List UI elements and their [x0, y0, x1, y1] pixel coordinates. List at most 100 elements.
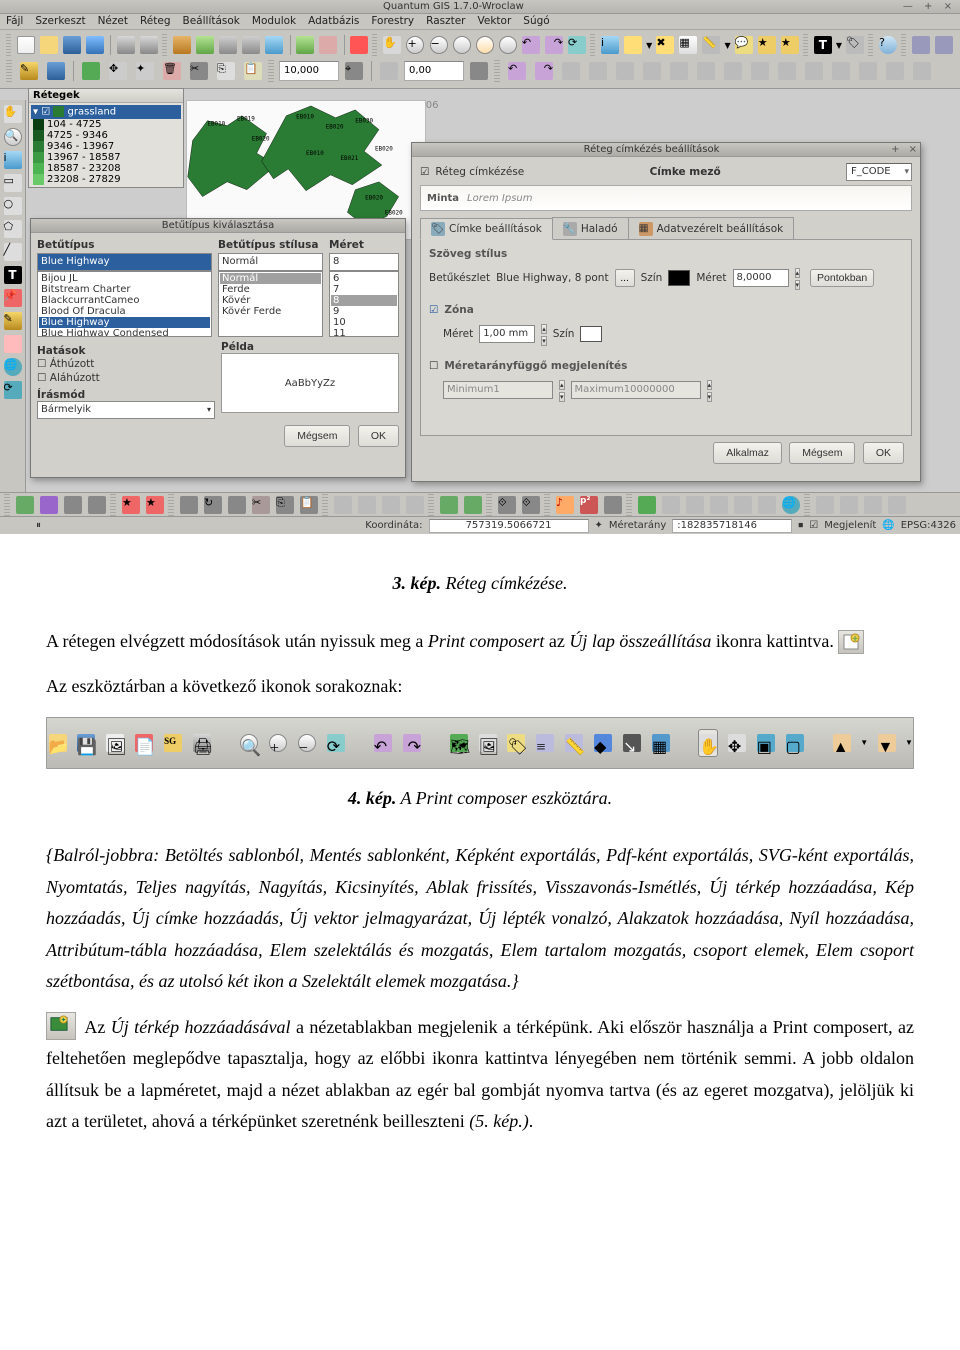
style-input[interactable]: Normál [218, 253, 323, 271]
btb-13[interactable] [332, 494, 354, 516]
toolbar-edit-toggle[interactable]: ✎ [17, 59, 41, 83]
toolbar-bookmark[interactable]: ★ [757, 33, 777, 57]
size-option[interactable]: 6 [331, 273, 397, 284]
scaledep-checkbox[interactable]: ☐ [429, 360, 438, 372]
btb-18[interactable] [462, 494, 484, 516]
render-label[interactable]: Megjelenít [824, 520, 876, 531]
layers-tree[interactable]: ▾ ☑ grassland 104 - 4725 4725 - 9346 934… [29, 103, 183, 187]
unit-button[interactable]: Pontokban [810, 269, 874, 287]
toolbar-saveas[interactable] [85, 33, 105, 57]
size-input[interactable]: 8,0000 [733, 269, 789, 287]
toolbar-adv12[interactable] [856, 59, 880, 83]
toolbar-attrtable[interactable]: ▦ [678, 33, 698, 57]
strikethrough-checkbox[interactable]: ☐ Áthúzott [37, 357, 215, 371]
font-option-selected[interactable]: Blue Highway [39, 317, 210, 328]
btb-7[interactable] [178, 494, 200, 516]
label-field-combo[interactable]: F_CODE [846, 163, 912, 181]
toolbar-paste[interactable]: 📋 [241, 59, 265, 83]
lt-circle[interactable]: ○ [2, 195, 24, 217]
toolbar-new-project[interactable] [16, 33, 36, 57]
btb-17[interactable] [438, 494, 460, 516]
toolbar-addvector[interactable] [172, 33, 192, 57]
toolbar-pan[interactable]: ✋ [382, 33, 402, 57]
toolbar-adv6[interactable] [694, 59, 718, 83]
toolbar-adv5[interactable] [667, 59, 691, 83]
toolbar-maptips[interactable]: 💬 [734, 33, 754, 57]
scale-value[interactable]: :182835718146 [672, 519, 792, 533]
toolbar-addwms[interactable] [264, 33, 284, 57]
menu-view[interactable]: Nézet [96, 14, 130, 29]
menu-edit[interactable]: Szerkeszt [33, 14, 87, 29]
crs-icon[interactable]: 🌐 [882, 520, 894, 531]
toolbar-zoomin[interactable]: + [405, 33, 425, 57]
toolbar-annotation[interactable]: T [813, 33, 833, 57]
btb-9[interactable] [226, 494, 248, 516]
label-layer-checkbox[interactable]: ☑ [420, 166, 429, 178]
zone-size-input[interactable]: 1,00 mm [479, 325, 535, 343]
size-input[interactable]: 8 [329, 253, 399, 271]
toolbar-adv1[interactable] [559, 59, 583, 83]
menu-vector[interactable]: Vektor [476, 14, 514, 29]
btb-6[interactable]: ★ [144, 494, 166, 516]
toolbar-addraster[interactable] [195, 33, 215, 57]
size-spinner[interactable]: ▴▾ [795, 266, 801, 290]
toolbar-save-edits[interactable] [44, 59, 68, 83]
ctb-add-table[interactable]: ▦ [651, 729, 672, 757]
font-cancel-button[interactable]: Mégsem [284, 425, 350, 447]
toolbar-addpostgis[interactable] [218, 33, 238, 57]
toolbar-deselect[interactable]: ✖ [655, 33, 675, 57]
render-toggle[interactable]: ⏹ [798, 520, 803, 531]
btb-15[interactable] [380, 494, 402, 516]
btb-8[interactable]: ↻ [202, 494, 224, 516]
btb-27[interactable] [708, 494, 730, 516]
toolbar-addfeature[interactable] [79, 59, 103, 83]
size-option[interactable]: 10 [331, 317, 397, 328]
menu-forestry[interactable]: Forestry [369, 14, 416, 29]
lt-box[interactable]: ▭ [2, 172, 24, 194]
menu-settings[interactable]: Beállítások [181, 14, 242, 29]
size-option[interactable]: 8 [331, 295, 397, 306]
ctb-group[interactable]: ▣ [755, 729, 776, 757]
toolbar-print-composer[interactable] [116, 33, 136, 57]
btb-21[interactable]: ♪ [554, 494, 576, 516]
toolbar-refresh[interactable]: ⟳ [567, 33, 587, 57]
btb-3[interactable] [62, 494, 84, 516]
font-option[interactable]: Blue Highway Condensed [39, 328, 210, 337]
script-combo[interactable]: Bármelyik▾ [37, 401, 215, 419]
toolbar-labeling[interactable]: 🏷 [845, 33, 865, 57]
ctb-add-map[interactable]: 🗺 [448, 729, 469, 757]
toolbar-adv9[interactable] [775, 59, 799, 83]
btb-25[interactable] [660, 494, 682, 516]
lt-pan[interactable]: ✋ [2, 103, 24, 125]
ctb-save-template[interactable]: 💾 [76, 729, 97, 757]
ctb-export-pdf[interactable]: 📄 [134, 729, 155, 757]
style-option[interactable]: Normál [220, 273, 321, 284]
ctb-load-template[interactable]: 📂 [47, 729, 68, 757]
btb-32[interactable] [838, 494, 860, 516]
toolbar-zoomout[interactable]: − [429, 33, 449, 57]
ctb-add-scalebar[interactable]: 📏 [564, 729, 585, 757]
toolbar-adv3[interactable] [613, 59, 637, 83]
size-option[interactable]: 9 [331, 306, 397, 317]
menu-file[interactable]: Fájl [4, 14, 25, 29]
scale-min-spinner[interactable]: ▴▾ [559, 378, 565, 402]
lt-zoom[interactable]: 🔍 [2, 126, 24, 148]
style-option[interactable]: Kövér [220, 295, 321, 306]
toolbar-adv11[interactable] [829, 59, 853, 83]
toolbar-simplify[interactable] [377, 59, 401, 83]
toolbar-help[interactable]: ? [878, 33, 898, 57]
coord-value[interactable]: 757319.5066721 [429, 519, 589, 533]
btb-4[interactable] [86, 494, 108, 516]
scale-min-input[interactable]: Minimum1 [443, 381, 553, 399]
lt-line[interactable]: ╱ [2, 241, 24, 263]
tab-label-settings[interactable]: 🏷Címke beállítások [420, 218, 553, 240]
toolbar-undo[interactable]: ↶ [505, 59, 529, 83]
toolbar-extra1[interactable] [911, 33, 931, 57]
apply-button[interactable]: Alkalmaz [713, 442, 782, 464]
btb-1[interactable] [14, 494, 36, 516]
lt-poly[interactable]: ⬠ [2, 218, 24, 240]
tab-data-defined[interactable]: ▦Adatvezérelt beállítások [628, 217, 795, 239]
ctb-zoom-in[interactable]: + [267, 729, 288, 757]
toolbar-open[interactable] [39, 33, 59, 57]
menu-database[interactable]: Adatbázis [306, 14, 361, 29]
